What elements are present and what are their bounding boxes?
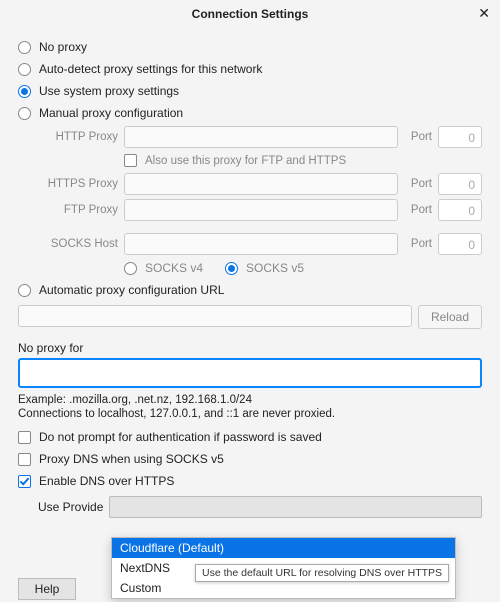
pac-url-input[interactable]: [18, 305, 412, 327]
https-proxy-label: HTTPS Proxy: [38, 178, 118, 190]
radio-label: Auto-detect proxy settings for this netw…: [39, 62, 262, 76]
check-label: Proxy DNS when using SOCKS v5: [39, 452, 224, 466]
radio-system-proxy[interactable]: Use system proxy settings: [18, 80, 482, 102]
checkbox-icon: [18, 431, 31, 444]
radio-label: Use system proxy settings: [39, 84, 179, 98]
checkbox-icon: [18, 453, 31, 466]
provider-label: Use Provide: [38, 500, 103, 514]
ftp-proxy-label: FTP Proxy: [38, 204, 118, 216]
noprompt-check[interactable]: Do not prompt for authentication if pass…: [18, 426, 482, 448]
doh-check[interactable]: Enable DNS over HTTPS: [18, 470, 482, 492]
socks-host-input[interactable]: [124, 233, 398, 255]
radio-label: No proxy: [39, 40, 87, 54]
close-icon[interactable]: ✕: [478, 4, 490, 22]
check-label: Do not prompt for authentication if pass…: [39, 430, 322, 444]
socks-v5-radio[interactable]: [225, 262, 238, 275]
radio-auto-detect[interactable]: Auto-detect proxy settings for this netw…: [18, 58, 482, 80]
socks-port-input[interactable]: 0: [438, 233, 482, 255]
ftp-port-input[interactable]: 0: [438, 199, 482, 221]
radio-label: Automatic proxy configuration URL: [39, 283, 224, 297]
no-proxy-for-input[interactable]: [18, 358, 482, 388]
socks-host-label: SOCKS Host: [38, 238, 118, 250]
radio-icon: [18, 284, 31, 297]
radio-icon: [18, 85, 31, 98]
no-proxy-example: Example: .mozilla.org, .net.nz, 192.168.…: [18, 388, 482, 406]
radio-icon: [18, 63, 31, 76]
dialog-title: Connection Settings: [192, 7, 309, 21]
port-label: Port: [404, 131, 432, 143]
port-label: Port: [404, 238, 432, 250]
share-proxy-label: Also use this proxy for FTP and HTTPS: [145, 155, 346, 167]
port-label: Port: [404, 178, 432, 190]
https-port-input[interactable]: 0: [438, 173, 482, 195]
http-proxy-label: HTTP Proxy: [38, 131, 118, 143]
socks-dns-check[interactable]: Proxy DNS when using SOCKS v5: [18, 448, 482, 470]
radio-pac-url[interactable]: Automatic proxy configuration URL: [18, 279, 482, 301]
socks-v4-label: SOCKS v4: [145, 261, 203, 275]
port-label: Port: [404, 204, 432, 216]
http-proxy-input[interactable]: [124, 126, 398, 148]
no-proxy-for-label: No proxy for: [18, 335, 482, 358]
provider-select[interactable]: [109, 496, 482, 518]
reload-button[interactable]: Reload: [418, 305, 482, 329]
http-port-input[interactable]: 0: [438, 126, 482, 148]
checkbox-icon: [124, 154, 137, 167]
provider-tooltip: Use the default URL for resolving DNS ov…: [195, 564, 449, 582]
radio-no-proxy[interactable]: No proxy: [18, 36, 482, 58]
radio-icon: [18, 107, 31, 120]
check-label: Enable DNS over HTTPS: [39, 474, 174, 488]
radio-manual-proxy[interactable]: Manual proxy configuration: [18, 102, 482, 124]
no-proxy-note: Connections to localhost, 127.0.0.1, and…: [18, 406, 482, 426]
socks-v4-radio[interactable]: [124, 262, 137, 275]
ftp-proxy-input[interactable]: [124, 199, 398, 221]
checkbox-icon: [18, 475, 31, 488]
https-proxy-input[interactable]: [124, 173, 398, 195]
radio-icon: [18, 41, 31, 54]
provider-option-cloudflare[interactable]: Cloudflare (Default): [112, 538, 455, 558]
socks-v5-label: SOCKS v5: [246, 261, 304, 275]
share-proxy-check[interactable]: Also use this proxy for FTP and HTTPS: [38, 150, 482, 171]
help-button[interactable]: Help: [18, 578, 76, 600]
radio-label: Manual proxy configuration: [39, 106, 183, 120]
